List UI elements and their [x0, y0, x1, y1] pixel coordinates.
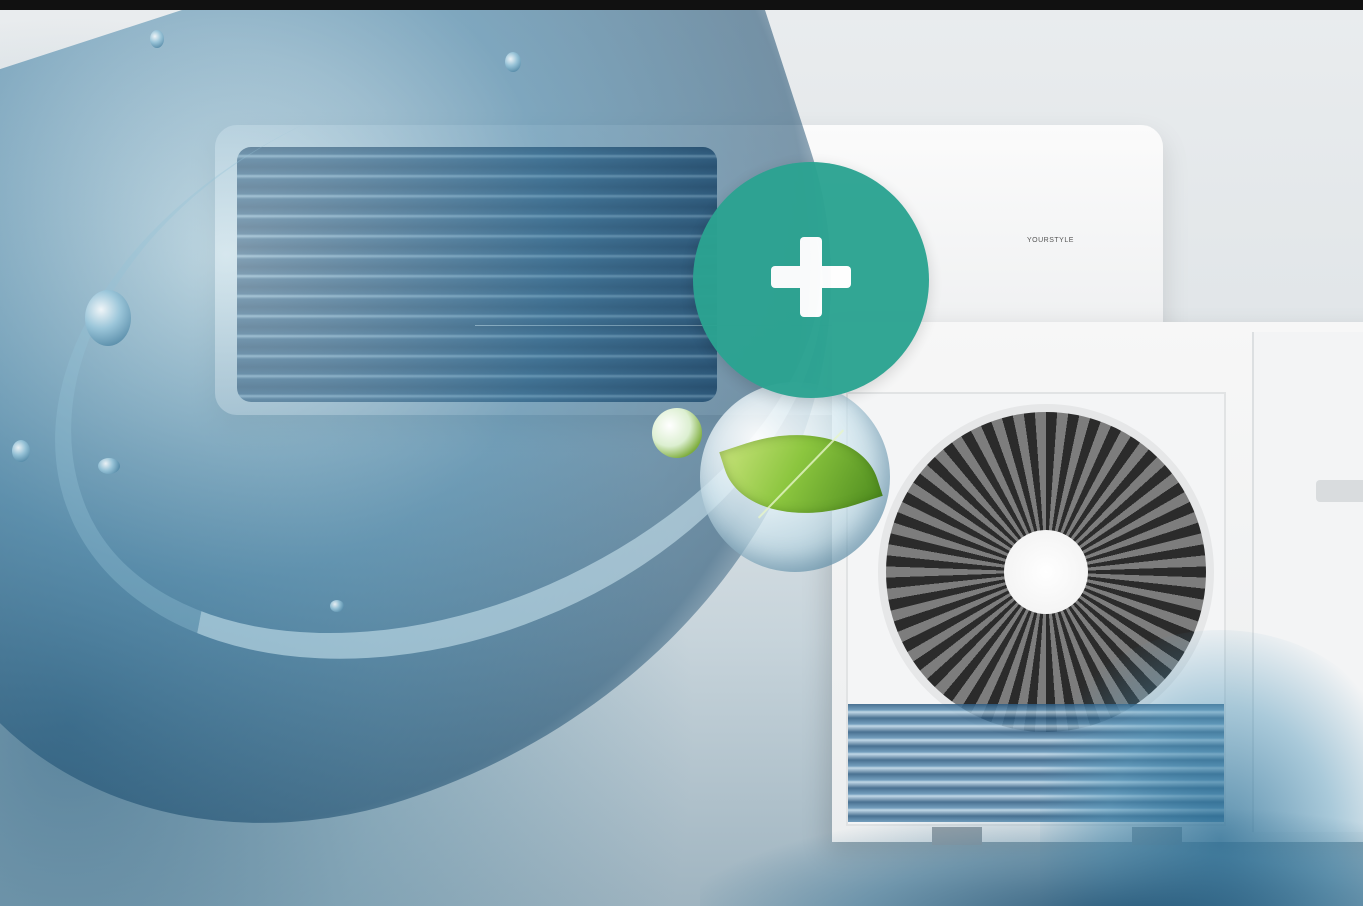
- small-leaf-bubble: [652, 408, 702, 458]
- hero-image: YOURSTYLE: [0, 10, 1363, 906]
- water-splash-bottom: [700, 810, 1363, 906]
- indoor-unit-brand: YOURSTYLE: [1027, 237, 1074, 244]
- plus-button[interactable]: [693, 162, 929, 398]
- water-droplet: [98, 458, 120, 474]
- leaf-vein: [757, 429, 845, 519]
- fan-hub: [1004, 530, 1088, 614]
- water-droplet: [85, 290, 131, 346]
- water-droplet: [505, 52, 521, 72]
- water-droplet: [12, 440, 30, 462]
- water-droplet: [150, 30, 164, 48]
- outdoor-unit-handle: [1316, 480, 1363, 502]
- water-droplet: [330, 600, 344, 612]
- plus-icon: [800, 237, 822, 317]
